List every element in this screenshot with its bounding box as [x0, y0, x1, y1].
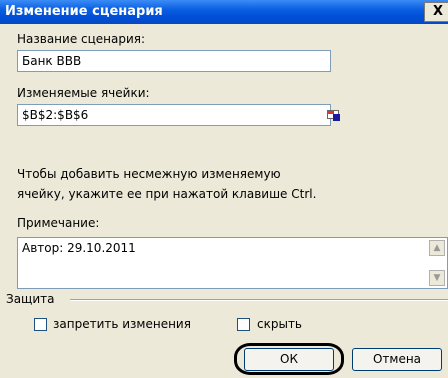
comment-label-text: Примечание:	[17, 216, 100, 230]
scenario-name-label: Название сценария:	[17, 32, 145, 46]
changing-cells-input[interactable]: $B$2:$B$6	[17, 104, 340, 126]
comment-value: Автор: 29.10.2011	[22, 241, 136, 255]
ok-highlight-circle	[234, 343, 344, 375]
changing-cells-value: $B$2:$B$6	[22, 108, 89, 122]
hide-checkbox[interactable]	[237, 318, 250, 331]
hint-text: Чтобы добавить несмежную изменяемую ячей…	[17, 164, 316, 204]
comment-label: Примечание:	[17, 216, 99, 230]
hint-line-2: ячейку, укажите ее при нажатой клавише C…	[17, 187, 317, 201]
scroll-down-icon[interactable]: ▼	[429, 270, 445, 286]
close-button[interactable]: X	[424, 2, 448, 22]
window-title: Изменение сценария	[5, 4, 163, 19]
hide-label: скрыть	[257, 317, 302, 331]
scenario-name-input[interactable]: Банк ВВВ	[17, 50, 331, 72]
changing-cells-label-text: Изменяемые ячейки:	[17, 86, 150, 100]
scroll-up-icon[interactable]: ▲	[429, 240, 445, 256]
range-select-icon[interactable]	[326, 108, 342, 122]
title-bar[interactable]: Изменение сценария X	[0, 0, 448, 24]
prevent-changes-label: запретить изменения	[53, 317, 191, 331]
scenario-name-value: Банк ВВВ	[22, 54, 82, 68]
protection-group-label: Защита	[6, 292, 55, 306]
hide-label-text: скрыть	[257, 317, 302, 331]
protection-group-label-text: Защита	[6, 292, 55, 306]
prevent-changes-label-text: запретить изменения	[53, 317, 191, 331]
prevent-changes-checkbox[interactable]	[34, 318, 47, 331]
comment-textarea[interactable]: Автор: 29.10.2011 ▲ ▼	[17, 237, 448, 289]
scenario-name-label-text: Название сценария:	[17, 32, 146, 46]
hint-line-1: Чтобы добавить несмежную изменяемую	[17, 167, 281, 181]
group-divider-highlight	[70, 300, 448, 301]
range-arrow-glyph	[333, 114, 340, 121]
changing-cells-label: Изменяемые ячейки:	[17, 86, 150, 100]
cancel-button[interactable]: Отмена	[352, 348, 442, 371]
